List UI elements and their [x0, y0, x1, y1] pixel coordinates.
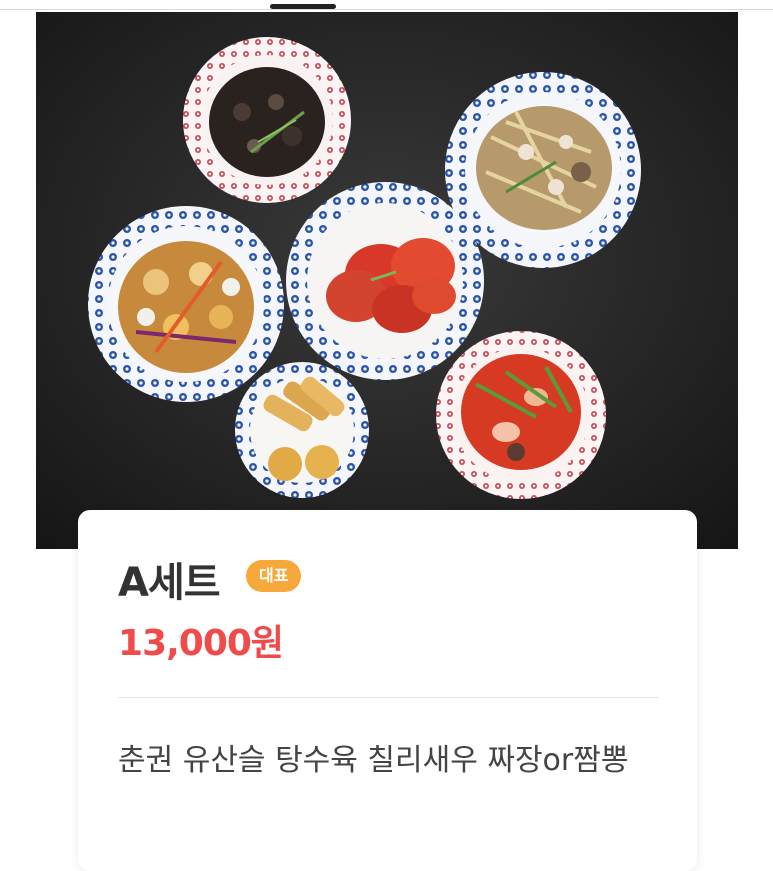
- menu-item-description: 춘권 유산슬 탕수육 칠리새우 짜장or짬뽕: [118, 743, 629, 778]
- top-divider: [0, 9, 773, 10]
- signature-badge: 대표: [246, 560, 302, 592]
- menu-item-name: A세트: [118, 560, 221, 606]
- sheet-drag-handle[interactable]: [270, 4, 336, 9]
- chili-shrimp-dish: [286, 182, 484, 380]
- sweet-sour-pork-dish: [88, 206, 284, 402]
- jjamppong-dish: [436, 331, 606, 499]
- spring-roll-dish: [235, 362, 369, 498]
- menu-item-photo: [36, 12, 738, 549]
- card-divider: [118, 697, 659, 698]
- menu-item-card: A세트 대표 13,000원 춘권 유산슬 탕수육 칠리새우 짜장or짬뽕: [78, 510, 697, 871]
- menu-item-price: 13,000원: [118, 623, 284, 664]
- black-bean-dish: [183, 37, 351, 203]
